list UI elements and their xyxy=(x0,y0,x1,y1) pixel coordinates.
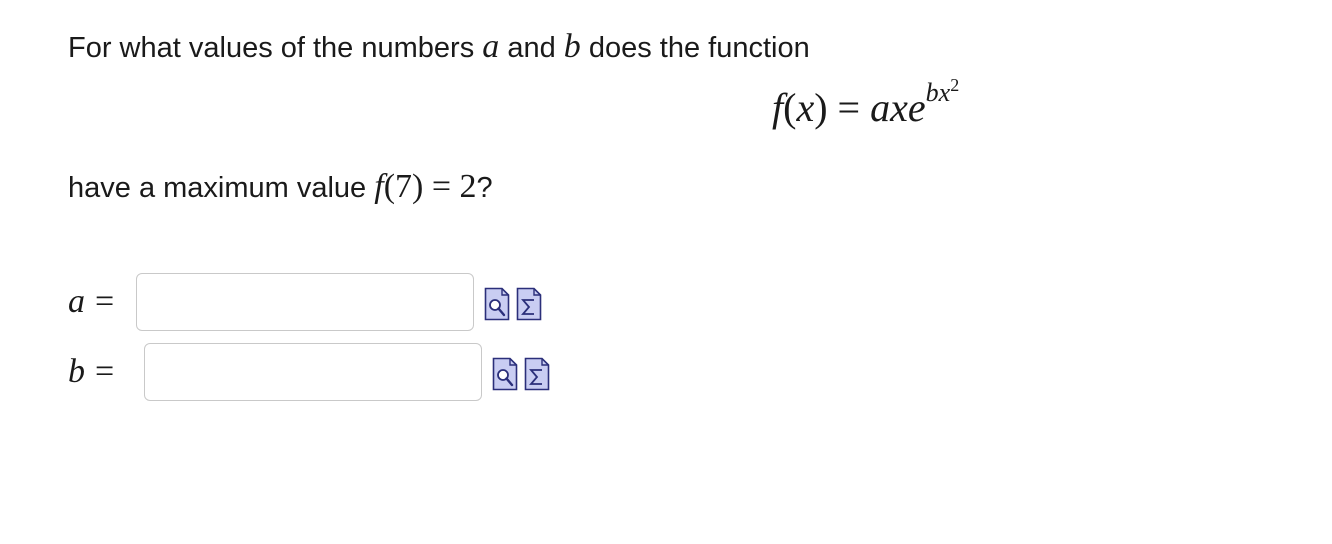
question-line-2: have a maximum value f(7) = 2? xyxy=(68,170,493,204)
eq-f: f xyxy=(772,85,784,130)
condition-arg: (7) xyxy=(383,168,424,205)
eq-equals: = xyxy=(827,85,871,130)
question-mark: ? xyxy=(476,172,493,204)
answer-var-b: b xyxy=(68,353,85,390)
eq-a: a xyxy=(870,85,891,130)
eq-x: x xyxy=(796,85,815,130)
condition-f: f xyxy=(374,168,384,205)
answer-equals-a: = xyxy=(95,283,115,320)
eq-exponent: bx2 xyxy=(925,74,960,107)
sigma-palette-icon[interactable] xyxy=(524,357,550,391)
preview-magnifier-icon[interactable] xyxy=(492,357,518,391)
tool-icons-a xyxy=(484,287,542,321)
exp-x: x xyxy=(938,77,951,107)
tool-icons-b xyxy=(492,357,550,391)
function-equation: f(x) = axebx2 xyxy=(772,76,959,130)
variable-a: a xyxy=(482,28,500,65)
question-line2-prefix: have a maximum value xyxy=(68,172,375,204)
condition-eq: = 2 xyxy=(423,168,477,205)
variable-b: b xyxy=(563,28,581,65)
answer-label-a: a = xyxy=(68,283,114,321)
eq-e: e xyxy=(907,85,926,130)
question-line-1: For what values of the numbers a and b d… xyxy=(68,30,810,64)
sigma-palette-icon[interactable] xyxy=(516,287,542,321)
question-text-and: and xyxy=(499,32,564,64)
eq-x-factor: x xyxy=(890,85,908,130)
answer-var-a: a xyxy=(68,283,85,320)
answer-input-a[interactable] xyxy=(136,273,475,331)
eq-open-paren: ( xyxy=(783,85,797,130)
question-text-suffix: does the function xyxy=(580,32,810,64)
question-text-prefix: For what values of the numbers xyxy=(68,32,483,64)
answer-label-b: b = xyxy=(68,353,114,391)
answer-row-b: b = xyxy=(68,342,550,402)
answer-input-b[interactable] xyxy=(144,343,483,401)
eq-close-paren: ) xyxy=(814,85,828,130)
exp-square: 2 xyxy=(950,74,960,95)
answer-equals-b: = xyxy=(95,353,115,390)
preview-magnifier-icon[interactable] xyxy=(484,287,510,321)
answer-row-a: a = xyxy=(68,272,542,332)
exp-b: b xyxy=(925,77,939,107)
